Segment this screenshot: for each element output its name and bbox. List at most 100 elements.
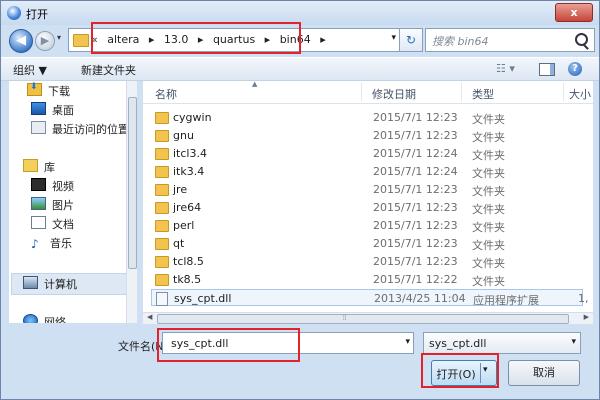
file-date: 2015/7/1 12:23 <box>373 201 458 214</box>
file-type: 文件夹 <box>472 167 505 180</box>
breadcrumb-separator[interactable]: ▸ <box>320 33 326 46</box>
pictures-icon <box>31 197 46 210</box>
file-row-tk8-5[interactable]: tk8.5 2015/7/1 12:22 文件夹 <box>151 271 583 288</box>
file-row-cygwin[interactable]: cygwin 2015/7/1 12:23 文件夹 <box>151 109 583 126</box>
close-button[interactable]: x <box>555 3 593 22</box>
sidebar-item-label: 库 <box>44 161 55 174</box>
folder-icon <box>155 220 169 232</box>
sidebar-item-downloads[interactable]: 下载 <box>27 82 70 101</box>
file-name: gnu <box>173 129 194 142</box>
refresh-button[interactable]: ↻ <box>399 28 423 52</box>
sidebar-item-label: 音乐 <box>50 237 72 250</box>
new-folder-button[interactable]: 新建文件夹 <box>81 62 136 78</box>
documents-icon <box>31 216 46 229</box>
column-header-type[interactable]: 类型 <box>472 86 494 102</box>
chevron-down-icon[interactable]: ▾ <box>405 337 410 347</box>
file-row-gnu[interactable]: gnu 2015/7/1 12:23 文件夹 <box>151 127 583 144</box>
recent-pages-dropdown[interactable]: ▾ <box>57 33 61 42</box>
file-list: ▲ 名称 修改日期 类型 大小 cygwin 2015/7/1 12:23 文件… <box>143 81 593 313</box>
scrollbar-thumb[interactable] <box>128 97 137 269</box>
file-name: jre64 <box>173 201 202 214</box>
search-input[interactable]: 搜索 bin64 <box>432 33 489 49</box>
back-button[interactable]: ◀ <box>9 29 33 53</box>
file-row-perl[interactable]: perl 2015/7/1 12:23 文件夹 <box>151 217 583 234</box>
column-divider[interactable] <box>361 83 362 101</box>
help-icon[interactable]: ? <box>568 62 582 76</box>
file-row-qt[interactable]: qt 2015/7/1 12:23 文件夹 <box>151 235 583 252</box>
folder-icon <box>155 256 169 268</box>
sidebar-item-videos[interactable]: 视频 <box>31 178 74 196</box>
file-date: 2015/7/1 12:23 <box>373 111 458 124</box>
column-header-date[interactable]: 修改日期 <box>372 86 416 102</box>
file-type-value: sys_cpt.dll <box>429 337 487 350</box>
scroll-left-icon[interactable]: ◀ <box>147 313 152 321</box>
file-type: 文件夹 <box>472 203 505 216</box>
file-row-jre64[interactable]: jre64 2015/7/1 12:23 文件夹 <box>151 199 583 216</box>
open-button-highlight-box <box>421 353 499 388</box>
file-size: 1, <box>578 292 589 305</box>
forward-button[interactable]: ▶ <box>35 31 55 51</box>
file-row-sys-cpt-dll[interactable]: sys_cpt.dll 2013/4/25 11:04 应用程序扩展 1, <box>151 289 589 307</box>
sort-ascending-icon: ▲ <box>252 81 258 88</box>
file-type: 文件夹 <box>472 131 505 144</box>
organize-button[interactable]: 组织 ▼ <box>13 62 47 78</box>
folder-icon <box>155 112 169 124</box>
sidebar-item-desktop[interactable]: 桌面 <box>31 102 74 120</box>
folder-icon <box>155 202 169 214</box>
sidebar-item-recent-places[interactable]: 最近访问的位置 <box>31 121 129 139</box>
file-row-itk3-4[interactable]: itk3.4 2015/7/1 12:24 文件夹 <box>151 163 583 180</box>
file-type: 文件夹 <box>472 113 505 126</box>
address-dropdown[interactable]: ▾ <box>391 33 396 43</box>
videos-icon <box>31 178 46 191</box>
scrollbar-thumb[interactable] <box>157 314 569 324</box>
cancel-button[interactable]: 取消 <box>508 360 580 386</box>
file-name: sys_cpt.dll <box>174 292 232 305</box>
command-toolbar: 组织 ▼ 新建文件夹 ☷ ▾ ? <box>1 57 599 81</box>
file-row-tcl8-5[interactable]: tcl8.5 2015/7/1 12:23 文件夹 <box>151 253 583 270</box>
sidebar-item-documents[interactable]: 文档 <box>31 216 74 234</box>
sidebar-item-pictures[interactable]: 图片 <box>31 197 74 215</box>
folder-icon <box>155 148 169 160</box>
app-icon <box>7 6 21 20</box>
column-header-size[interactable]: 大小 <box>569 86 591 102</box>
music-icon: ♪ <box>31 237 39 251</box>
file-type: 文件夹 <box>472 257 505 270</box>
libraries-icon <box>23 159 38 172</box>
sidebar-item-label: 计算机 <box>44 278 77 291</box>
file-type-select[interactable]: sys_cpt.dll ▾ <box>423 332 581 354</box>
change-view-button[interactable]: ☷ ▾ <box>496 62 515 75</box>
sidebar-item-music[interactable]: ♪ 音乐 <box>31 235 72 253</box>
column-divider[interactable] <box>563 83 564 101</box>
file-type: 文件夹 <box>472 221 505 234</box>
sidebar-item-libraries[interactable]: 库 <box>23 159 55 177</box>
scroll-right-icon[interactable]: ▶ <box>584 313 589 321</box>
navigation-scrollbar[interactable] <box>126 81 137 323</box>
computer-icon <box>23 276 38 289</box>
horizontal-scrollbar[interactable]: ◀ ⦙⦙ ▶ <box>143 312 593 324</box>
chevron-down-icon[interactable]: ▾ <box>571 337 576 347</box>
preview-pane-icon[interactable] <box>539 63 555 76</box>
address-highlight-box <box>91 22 301 54</box>
sidebar-item-network[interactable]: 网络 <box>23 314 66 323</box>
file-name: tk8.5 <box>173 273 202 286</box>
sidebar-item-label: 文档 <box>52 218 74 231</box>
sidebar-item-label: 桌面 <box>52 104 74 117</box>
search-box[interactable]: 搜索 bin64 <box>425 28 595 52</box>
sidebar-item-label: 图片 <box>52 199 74 212</box>
open-file-dialog: 打开 x ◀ ▶ ▾ « altera ▸ 13.0 ▸ quartus ▸ b… <box>0 0 600 400</box>
window-title: 打开 <box>26 8 48 21</box>
sidebar-item-computer[interactable]: 计算机 <box>23 276 77 294</box>
file-name: itcl3.4 <box>173 147 207 160</box>
file-date: 2015/7/1 12:23 <box>373 219 458 232</box>
navigation-pane: 下载 桌面 最近访问的位置 库 视频 图片 文档 ♪ 音乐 计算机 网络 <box>9 81 136 323</box>
search-icon[interactable] <box>575 33 588 46</box>
download-folder-icon <box>27 82 42 96</box>
file-row-itcl3-4[interactable]: itcl3.4 2015/7/1 12:24 文件夹 <box>151 145 583 162</box>
column-header-name[interactable]: 名称 <box>155 86 177 102</box>
file-row-jre[interactable]: jre 2015/7/1 12:23 文件夹 <box>151 181 583 198</box>
file-type: 文件夹 <box>472 275 505 288</box>
column-divider[interactable] <box>461 83 462 101</box>
filename-highlight-box <box>157 328 300 362</box>
dll-file-icon <box>156 292 168 306</box>
file-date: 2015/7/1 12:23 <box>373 255 458 268</box>
